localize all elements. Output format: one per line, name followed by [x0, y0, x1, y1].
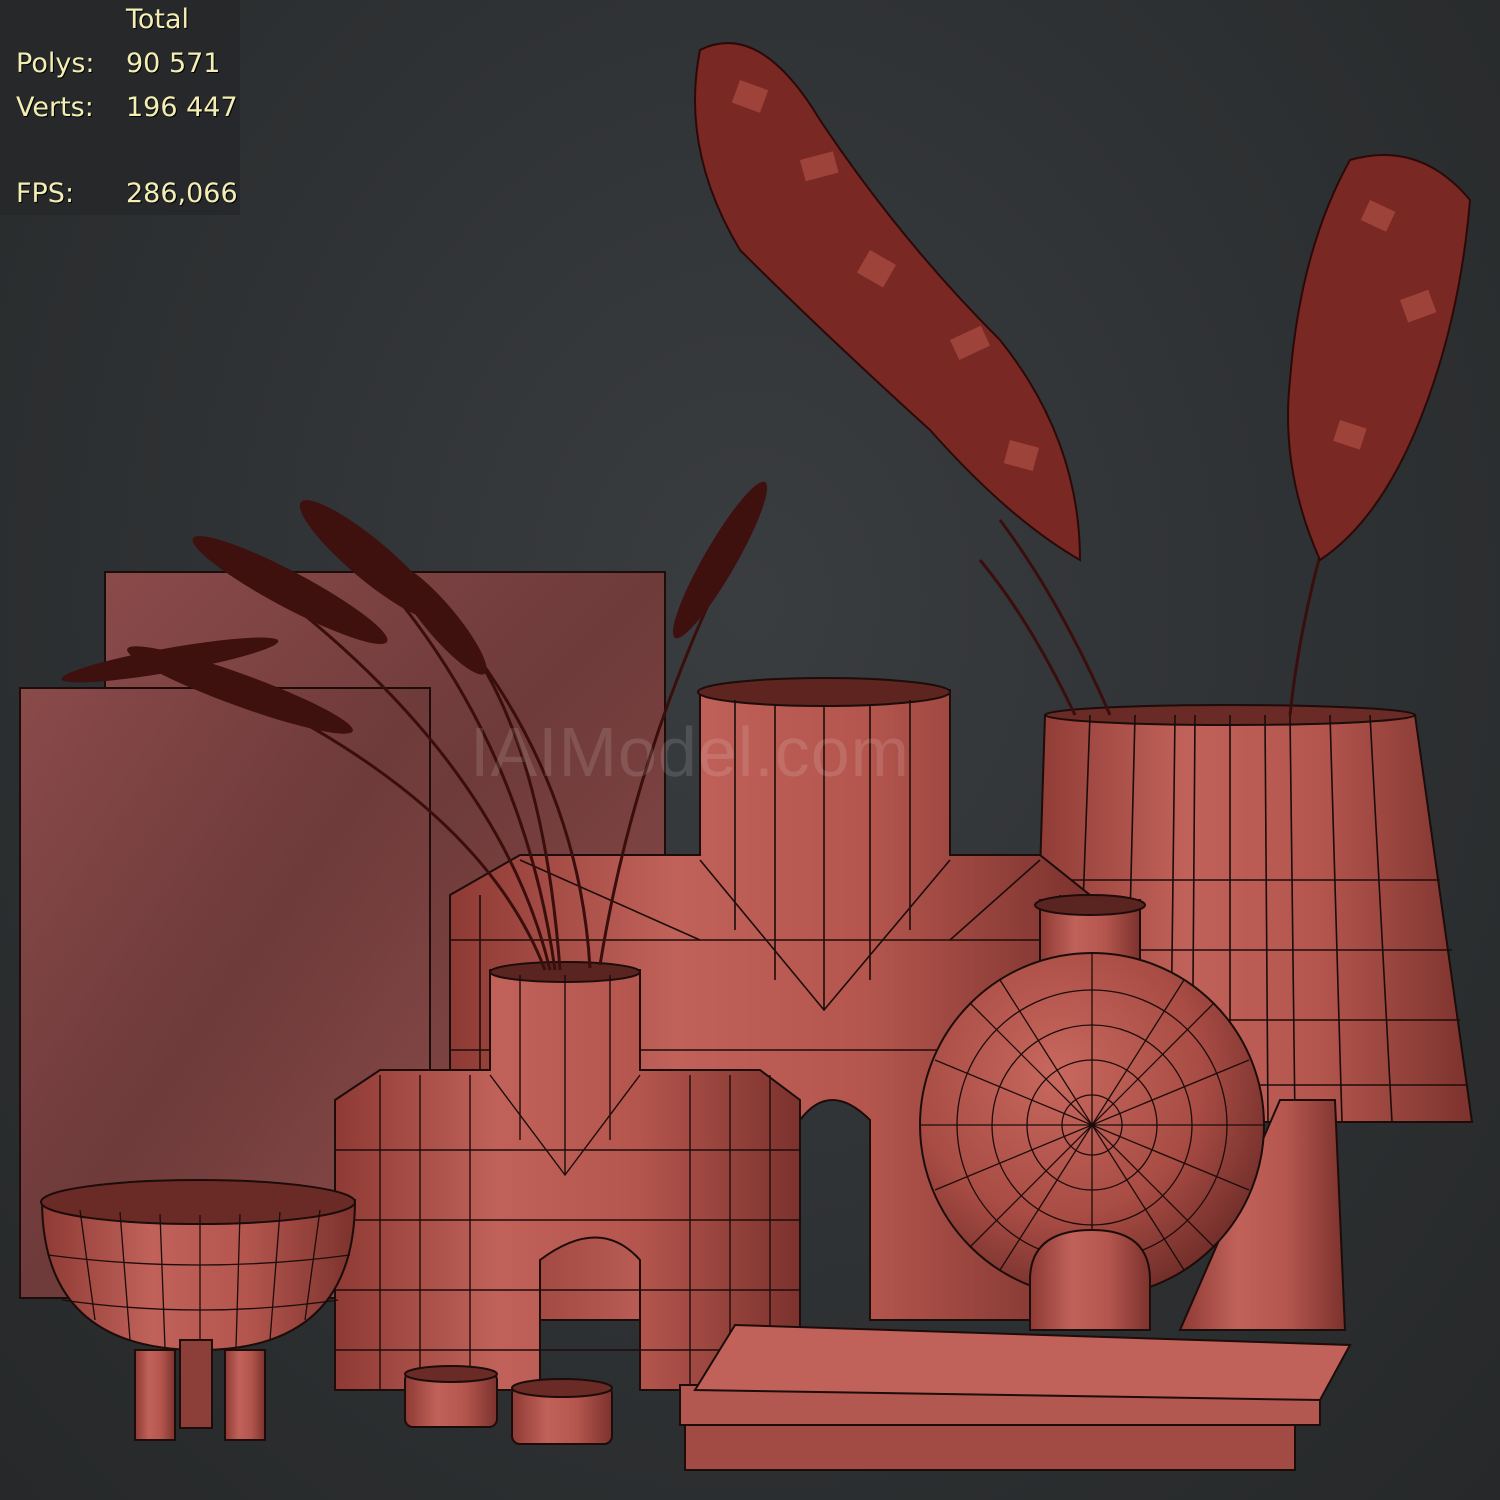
dried-grass-right — [978, 519, 1332, 716]
stats-value: 196 447 — [126, 92, 238, 123]
stats-value: 90 571 — [126, 48, 221, 79]
stats-row-verts: Verts: 196 447 — [16, 92, 238, 123]
stats-row-polys: Polys: 90 571 — [16, 48, 220, 79]
stats-label: Verts: — [16, 92, 94, 123]
stats-label: FPS: — [16, 178, 75, 209]
grass-plumes-right — [694, 42, 1472, 562]
stats-row-fps: FPS: 286,066 — [16, 178, 238, 209]
stats-header: Total — [126, 4, 190, 35]
book-stack — [679, 1323, 1352, 1471]
viewport-statistics: Total Polys: 90 571 Verts: 196 447 FPS: 286… — [0, 0, 240, 215]
footed-bowl — [40, 1179, 357, 1441]
stats-value: 286,066 — [126, 178, 238, 209]
stats-label: Polys: — [16, 48, 95, 79]
3d-viewport[interactable] — [0, 0, 1500, 1500]
